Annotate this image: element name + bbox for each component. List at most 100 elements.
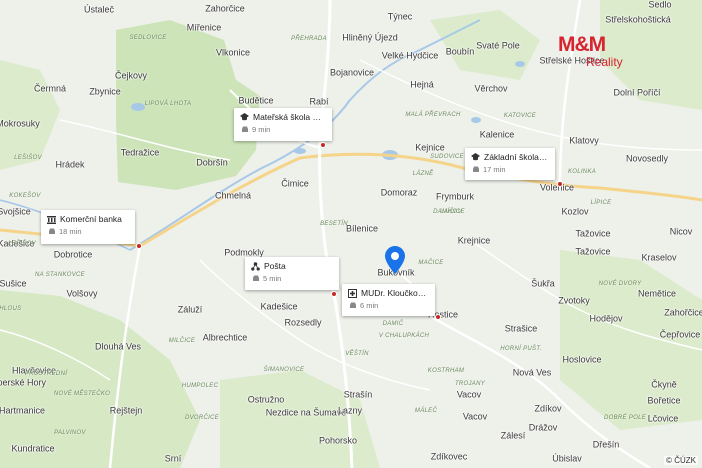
- forest-area: [220, 370, 380, 468]
- pond: [515, 61, 525, 67]
- poi-title: Mateřská škola Ži...: [253, 112, 326, 122]
- town-label: Strašín: [343, 389, 373, 400]
- locality-label: DOBRÉ POLE: [603, 415, 647, 421]
- town-label: Čimice: [281, 178, 309, 189]
- town-label: Dobrotice: [53, 249, 93, 260]
- town-label: Drážov: [528, 422, 558, 433]
- town-label: Mířenice: [186, 22, 222, 33]
- town-label: Kalenice: [479, 129, 515, 140]
- town-label: Pohorsko: [318, 435, 358, 446]
- logo-main-text: M&M: [558, 33, 606, 56]
- town-label: Kundratice: [11, 443, 55, 454]
- school-icon: [471, 153, 480, 162]
- town-label: Zdíkov: [534, 403, 562, 414]
- poi-card-primary-school[interactable]: Základní škola Vo... 17 min: [465, 148, 555, 180]
- town-label: Hartmanice: [0, 405, 46, 416]
- poi-travel-time: 6 min: [360, 301, 379, 310]
- town-label: Bojanovice: [329, 67, 375, 78]
- town-label: Svaté Pole: [476, 40, 520, 51]
- town-label: Nemětice: [637, 288, 677, 299]
- town-label: Boubín: [445, 46, 475, 57]
- town-label: Krejnice: [457, 235, 491, 246]
- locality-label: LÍPICE: [590, 200, 612, 206]
- poi-card-post-office[interactable]: Pošta 5 min: [245, 257, 339, 290]
- town-label: Svojšice: [0, 206, 31, 217]
- town-label: Zvotoky: [558, 295, 590, 306]
- locality-label: DAMÍČICE: [433, 209, 465, 215]
- locality-label: ŠIMANOVICE: [263, 367, 305, 373]
- locality-label: NA STANKOVCE: [35, 272, 85, 278]
- poi-title: Základní škola Vo...: [484, 152, 549, 162]
- locality-label: KOKEŠOV: [9, 193, 41, 199]
- poi-card-bank[interactable]: Komerční banka 18 min: [41, 210, 135, 244]
- locality-label: LÁZNĚ: [412, 171, 434, 177]
- town-label: Rabí: [309, 96, 329, 107]
- town-label: Hliněný Újezd: [342, 32, 398, 43]
- town-label: Velké Hydčice: [381, 50, 439, 61]
- town-label: Čejkovy: [114, 70, 148, 81]
- locality-label: TROJANY: [454, 381, 486, 387]
- town-label: Dobršín: [196, 157, 228, 168]
- poi-card-kindergarten[interactable]: Mateřská škola Ži... 9 min: [234, 108, 332, 141]
- town-label: Hrádek: [55, 159, 85, 170]
- poi-card-doctor[interactable]: MUDr. Kloučková ... 6 min: [342, 284, 435, 316]
- locality-label: SUDOVICE: [430, 154, 464, 160]
- poi-travel-time: 9 min: [252, 125, 271, 134]
- town-label: Vacov: [456, 389, 482, 400]
- locality-label: MÁLEČ: [414, 408, 438, 414]
- town-label: Nicov: [669, 226, 693, 237]
- locality-label: PALVINOV: [54, 430, 86, 436]
- town-label: Frymburk: [436, 191, 474, 202]
- route-marker: [331, 291, 337, 297]
- town-label: Zálesí: [500, 430, 526, 441]
- locality-label: LIPOVÁ LHOTA: [144, 101, 192, 107]
- town-label: Novosedly: [625, 153, 669, 164]
- map-canvas[interactable]: Ústaleč Zahorčice Týnec Sedlo Střelskohoštic…: [0, 0, 702, 468]
- town-label: Lčovice: [647, 413, 679, 424]
- post-office-icon: [251, 261, 260, 271]
- route-marker: [557, 181, 563, 187]
- medical-icon: [348, 288, 357, 298]
- school-icon: [240, 113, 249, 122]
- locality-label: LEŠIŠOV: [8, 241, 36, 247]
- car-icon: [241, 126, 249, 133]
- locality-label: NOVÉ DVORY: [598, 281, 642, 287]
- town-label: Týnec: [387, 11, 413, 22]
- town-label: Zahořčice: [664, 307, 702, 318]
- car-icon: [472, 166, 480, 173]
- town-label: Střelskohoštická: [605, 14, 671, 25]
- town-label: Budětice: [238, 95, 274, 106]
- locality-label: PROSTŘEDNÍ: [24, 371, 68, 377]
- locality-label: NOVÉ MĚSTEČKO: [53, 391, 111, 397]
- town-label: Sedlo: [648, 0, 672, 10]
- town-label: Tedražice: [120, 147, 160, 158]
- locality-label: VĚŠTÍN: [345, 351, 369, 357]
- town-label: Nezdice na Šumavě: [265, 407, 347, 418]
- town-label: Albrechtice: [202, 332, 248, 343]
- forest-area: [560, 250, 702, 430]
- forest-area: [0, 60, 60, 170]
- locality-label: KOSTRHAM: [427, 368, 465, 374]
- pond: [471, 117, 481, 123]
- locality-label: MALÁ PŘEVRACH: [405, 112, 461, 118]
- company-logo: M&M Reality: [556, 34, 636, 78]
- town-label: Mokrosuky: [0, 118, 40, 129]
- locality-label: BESETÍN: [320, 221, 348, 227]
- town-label: Zdíkovec: [430, 451, 468, 462]
- town-label: Zahorčice: [205, 3, 245, 14]
- locality-label: HUMPOLEC: [181, 383, 219, 389]
- location-pin-icon[interactable]: [385, 246, 405, 274]
- town-label: Domoraz: [380, 187, 418, 198]
- route-marker: [320, 142, 326, 148]
- town-label: Lazny: [337, 405, 363, 416]
- town-label: Nová Ves: [512, 367, 552, 378]
- town-label: Vacov: [462, 411, 488, 422]
- pond: [131, 103, 145, 111]
- poi-title: Komerční banka: [60, 214, 122, 224]
- town-label: Úbislav: [552, 453, 582, 464]
- town-label: Hodějov: [589, 313, 623, 324]
- town-label: Kadešice: [260, 301, 298, 312]
- town-label: Kejnice: [415, 142, 445, 153]
- town-label: Hoslovice: [562, 354, 602, 365]
- town-label: Sušice: [0, 278, 27, 289]
